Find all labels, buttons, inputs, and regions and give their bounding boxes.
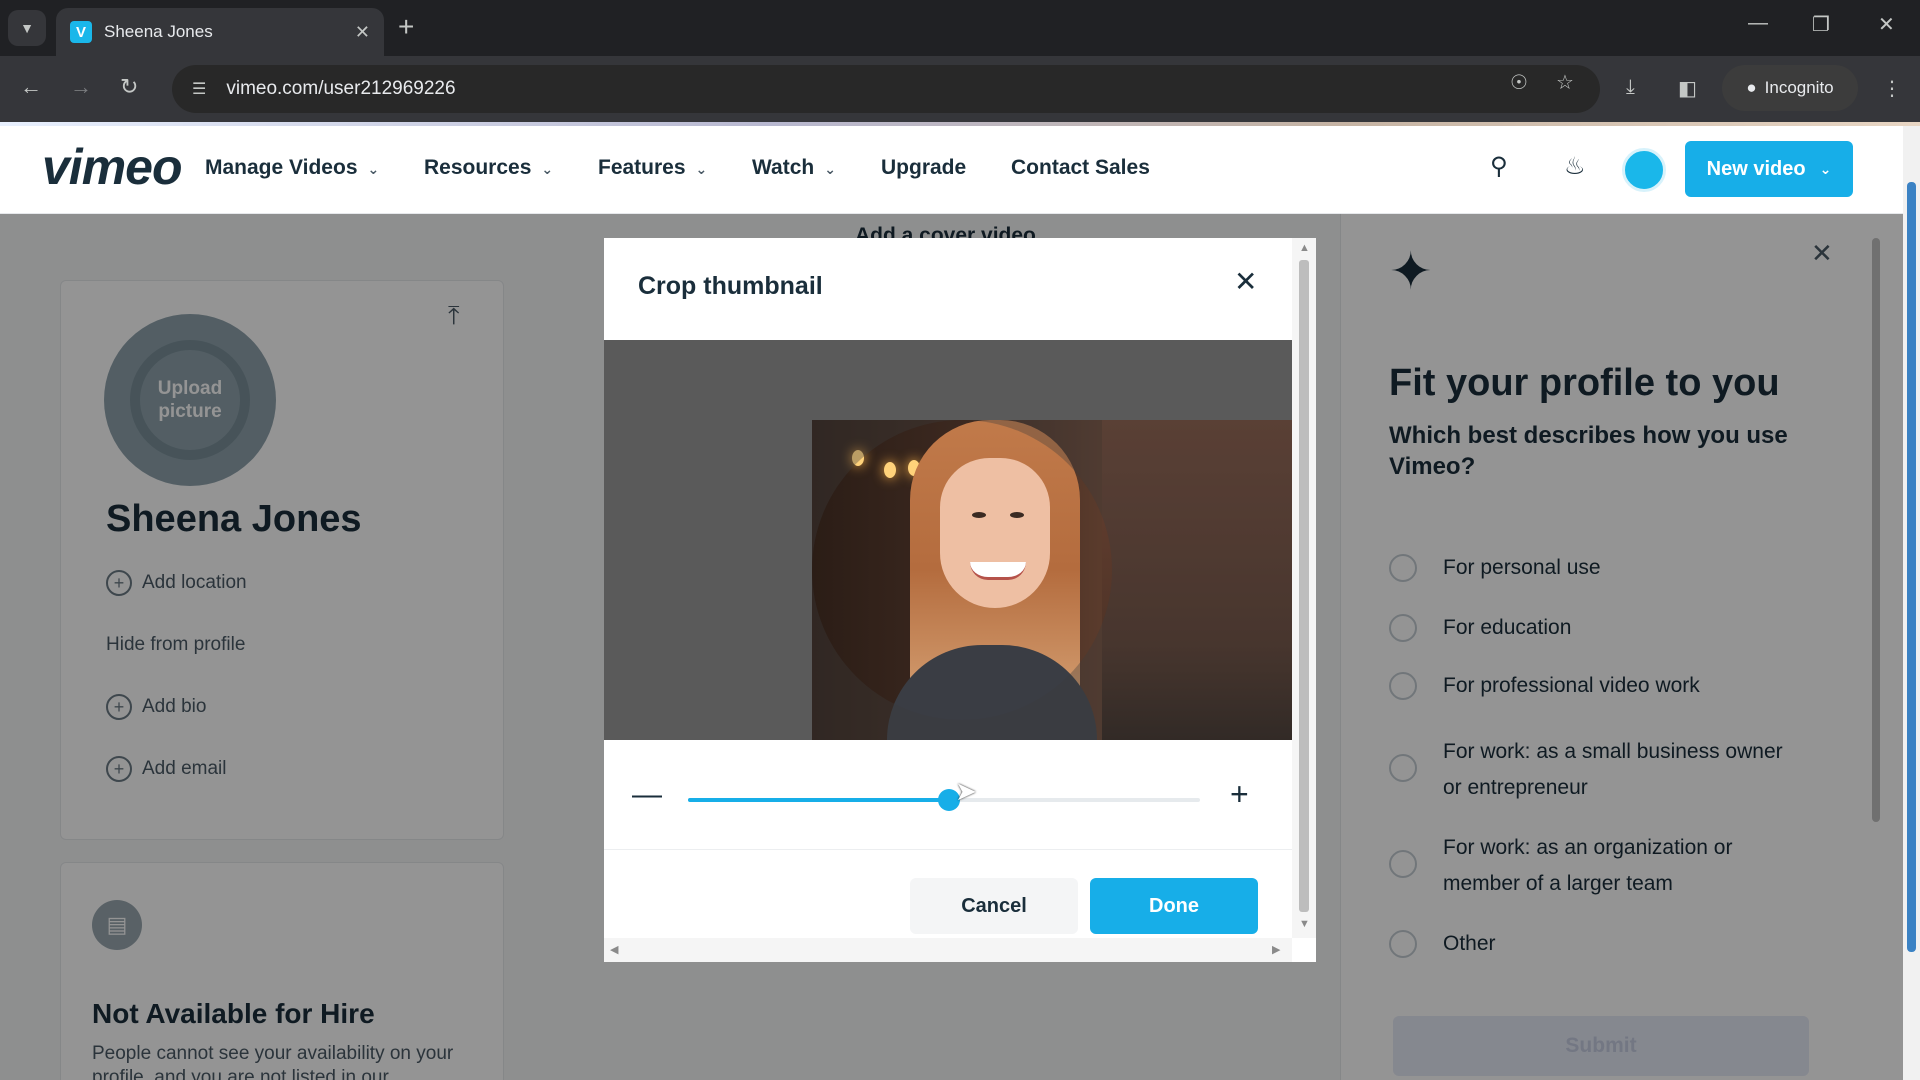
chevron-down-icon: ⌄ xyxy=(367,161,380,177)
browser-tab[interactable]: V Sheena Jones ✕ xyxy=(56,8,384,56)
minimize-icon[interactable]: — xyxy=(1748,12,1768,35)
cancel-button[interactable]: Cancel xyxy=(910,878,1078,934)
chevron-down-icon: ⌄ xyxy=(824,161,836,177)
eye-off-icon[interactable]: ☉ xyxy=(1510,70,1528,95)
browser-tab-bar: ▼ V Sheena Jones ✕ + — ❐ ✕ xyxy=(0,0,1920,56)
menu-features[interactable]: Features ⌄ xyxy=(598,156,707,180)
dialog-scrollbar[interactable]: ▲ ▼ xyxy=(1292,238,1316,938)
search-icon[interactable]: ⚲ xyxy=(1490,152,1508,181)
menu-upgrade[interactable]: Upgrade xyxy=(881,156,966,180)
zoom-slider[interactable]: ➤ xyxy=(688,776,1200,811)
scroll-right-icon[interactable]: ▶ xyxy=(1272,943,1280,956)
menu-resources[interactable]: Resources ⌄ xyxy=(424,156,553,180)
new-video-button[interactable]: New video ⌄ xyxy=(1685,141,1853,197)
scroll-left-icon[interactable]: ◀ xyxy=(610,943,618,956)
dialog-scrollbar-thumb[interactable] xyxy=(1299,260,1309,912)
menu-label: Resources xyxy=(424,156,532,179)
image-background-wall xyxy=(1102,420,1292,740)
menu-label: Upgrade xyxy=(881,156,967,179)
menu-label: Contact Sales xyxy=(1011,156,1150,179)
browser-menu-icon[interactable]: ⋮ xyxy=(1882,76,1902,101)
back-icon[interactable]: ← xyxy=(20,74,42,100)
user-avatar[interactable] xyxy=(1622,148,1666,192)
new-video-label: New video xyxy=(1706,157,1806,180)
menu-label: Watch xyxy=(752,156,815,179)
bell-icon[interactable]: ♨ xyxy=(1564,152,1586,181)
chevron-down-icon: ⌄ xyxy=(541,161,554,177)
menu-watch[interactable]: Watch ⌄ xyxy=(752,156,836,180)
page-scrollbar[interactable] xyxy=(1903,126,1920,1080)
incognito-badge[interactable]: ● Incognito xyxy=(1722,65,1858,111)
vimeo-navbar: vimeo Manage Videos ⌄ Resources ⌄ Features… xyxy=(0,126,1903,214)
zoom-out-icon[interactable]: — xyxy=(632,780,662,810)
scroll-down-icon[interactable]: ▼ xyxy=(1299,918,1310,930)
incognito-icon: ● xyxy=(1746,78,1757,97)
browser-toolbar: ← → ↻ ☰ vimeo.com/user212969226 ☉ ☆ ⤓ ◧ … xyxy=(0,56,1920,122)
restore-icon[interactable]: ❐ xyxy=(1812,12,1830,37)
done-button[interactable]: Done xyxy=(1090,878,1258,934)
vimeo-logo[interactable]: vimeo xyxy=(42,138,183,196)
bookmark-star-icon[interactable]: ☆ xyxy=(1556,70,1574,95)
scroll-up-icon[interactable]: ▲ xyxy=(1299,242,1310,254)
chevron-down-icon: ⌄ xyxy=(1819,160,1832,177)
dialog-horizontal-scrollbar[interactable]: ◀ ▶ xyxy=(604,938,1292,962)
zoom-slider-fill xyxy=(688,798,950,802)
incognito-label: Incognito xyxy=(1764,78,1834,97)
menu-label: Manage Videos xyxy=(205,156,358,179)
chevron-down-icon: ⌄ xyxy=(695,161,708,177)
close-icon[interactable]: ✕ xyxy=(1234,268,1257,296)
site-info-icon[interactable]: ☰ xyxy=(192,79,206,99)
crop-canvas[interactable] xyxy=(604,340,1292,740)
zoom-in-icon[interactable]: + xyxy=(1230,778,1249,810)
forward-icon[interactable]: → xyxy=(70,74,92,100)
new-tab-icon[interactable]: + xyxy=(398,12,414,42)
page-scrollbar-thumb[interactable] xyxy=(1907,182,1916,952)
side-panel-icon[interactable]: ◧ xyxy=(1678,76,1697,101)
menu-label: Features xyxy=(598,156,686,179)
download-icon[interactable]: ⤓ xyxy=(1626,76,1635,99)
address-bar[interactable]: ☰ vimeo.com/user212969226 xyxy=(172,65,1600,113)
tab-close-icon[interactable]: ✕ xyxy=(355,22,370,43)
tab-search-icon[interactable]: ▼ xyxy=(8,10,46,46)
dialog-title: Crop thumbnail xyxy=(638,272,823,300)
menu-manage-videos[interactable]: Manage Videos ⌄ xyxy=(205,156,379,180)
menu-contact-sales[interactable]: Contact Sales xyxy=(1011,156,1150,180)
reload-icon[interactable]: ↻ xyxy=(120,74,138,100)
crop-circle-handle[interactable] xyxy=(812,420,1112,720)
crop-thumbnail-dialog: Crop thumbnail ✕ — ➤ + Cancel Done ▲ ▼ ◀… xyxy=(604,238,1316,962)
url-text: vimeo.com/user212969226 xyxy=(226,78,456,99)
mouse-cursor-icon: ➤ xyxy=(955,776,977,806)
zoom-controls: — ➤ + xyxy=(604,740,1292,850)
window-close-icon[interactable]: ✕ xyxy=(1878,12,1895,37)
tab-title: Sheena Jones xyxy=(104,22,213,41)
vimeo-favicon-icon: V xyxy=(70,21,92,43)
